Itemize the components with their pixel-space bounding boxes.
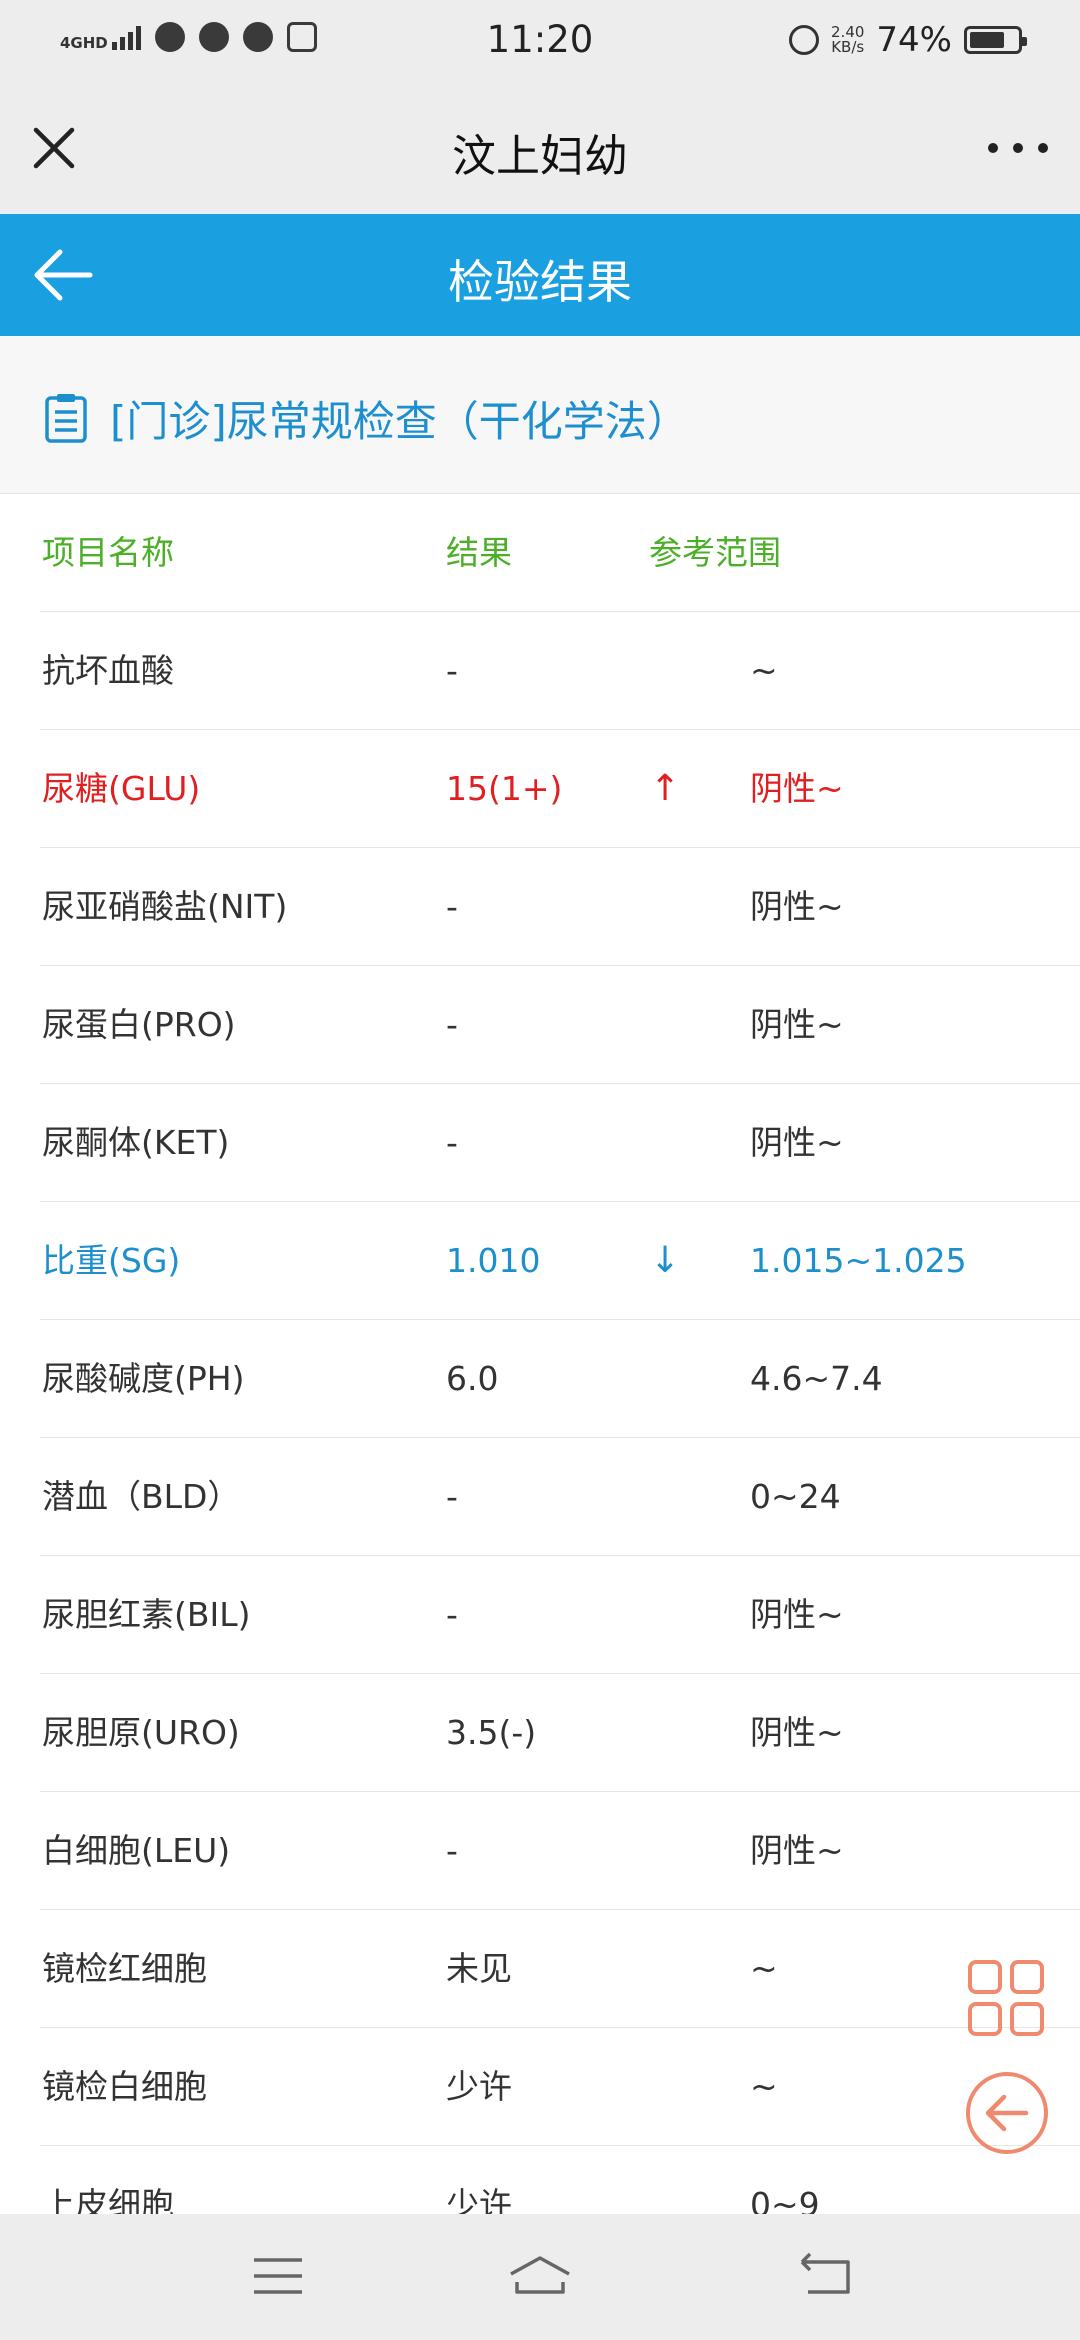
test-result: - xyxy=(446,1595,458,1634)
table-row: 尿亚硝酸盐(NIT) - 阴性~ xyxy=(40,848,1080,966)
reference-range: 0~24 xyxy=(750,1477,841,1516)
exam-section-header: [门诊]尿常规检查（干化学法） xyxy=(0,336,1080,494)
test-result: 未见 xyxy=(446,1949,512,1988)
column-header-name: 项目名称 xyxy=(42,533,174,572)
table-header: 项目名称 结果 参考范围 xyxy=(40,494,1080,612)
test-result: - xyxy=(446,1831,458,1870)
test-result: 1.010 xyxy=(446,1241,541,1280)
reference-range: ~ xyxy=(750,2067,778,2106)
result-flag-icon: ↓ xyxy=(650,1240,681,1281)
test-result: - xyxy=(446,1005,458,1044)
test-result: 少许 xyxy=(446,2067,512,2106)
reference-range: 阴性~ xyxy=(750,769,844,808)
test-name: 尿胆原(URO) xyxy=(42,1713,240,1752)
alarm-icon xyxy=(789,25,820,55)
reference-range: 阴性~ xyxy=(750,1595,844,1634)
floating-back-icon[interactable] xyxy=(966,2072,1048,2154)
table-row: 比重(SG) 1.010 ↓ 1.015~1.025 xyxy=(40,1202,1080,1320)
test-result: 6.0 xyxy=(446,1359,499,1398)
page-title: 汶上妇幼 xyxy=(452,131,628,182)
test-result: 15(1+) xyxy=(446,769,563,808)
test-name: 白细胞(LEU) xyxy=(42,1831,231,1870)
status-right: 2.40 KB/s 74% xyxy=(789,20,1027,60)
back-icon[interactable] xyxy=(790,2252,860,2302)
column-header-reference: 参考范围 xyxy=(649,533,781,572)
more-options-icon[interactable] xyxy=(988,128,1048,168)
battery-icon xyxy=(964,26,1027,54)
battery-percent: 74% xyxy=(876,20,952,60)
reference-range: 阴性~ xyxy=(750,887,844,926)
reference-range: 阴性~ xyxy=(750,1005,844,1044)
table-row: 镜检红细胞 未见 ~ xyxy=(40,1910,1080,2028)
reference-range: ~ xyxy=(750,651,778,690)
system-nav-bar xyxy=(0,2214,1080,2340)
reference-range: ~ xyxy=(750,1949,778,1988)
reference-range: 1.015~1.025 xyxy=(750,1241,967,1280)
test-name: 尿胆红素(BIL) xyxy=(42,1595,251,1634)
header-title: 检验结果 xyxy=(448,255,632,309)
network-speed: 2.40 KB/s xyxy=(831,25,864,55)
test-result: 3.5(-) xyxy=(446,1713,537,1752)
result-flag-icon: ↑ xyxy=(650,768,681,809)
table-row: 尿蛋白(PRO) - 阴性~ xyxy=(40,966,1080,1084)
network-speed-unit: KB/s xyxy=(831,38,865,56)
reference-range: 阴性~ xyxy=(750,1713,844,1752)
test-name: 尿亚硝酸盐(NIT) xyxy=(42,887,288,926)
reference-range: 阴性~ xyxy=(750,1831,844,1870)
title-bar: 汶上妇幼 xyxy=(0,84,1080,214)
table-row: 尿胆红素(BIL) - 阴性~ xyxy=(40,1556,1080,1674)
menu-icon[interactable] xyxy=(244,2252,314,2302)
column-header-result: 结果 xyxy=(446,533,512,572)
test-name: 比重(SG) xyxy=(42,1241,181,1280)
status-bar: 4GHD 11:20 2.40 KB/s 74% xyxy=(0,0,1080,84)
table-row: 白细胞(LEU) - 阴性~ xyxy=(40,1792,1080,1910)
table-row: 尿酮体(KET) - 阴性~ xyxy=(40,1084,1080,1202)
table-row: 尿糖(GLU) 15(1+) ↑ 阴性~ xyxy=(40,730,1080,848)
menu-grid-icon[interactable] xyxy=(968,1960,1044,2036)
battery-fill xyxy=(970,32,1005,48)
table-row: 尿胆原(URO) 3.5(-) 阴性~ xyxy=(40,1674,1080,1792)
reference-range: 阴性~ xyxy=(750,1123,844,1162)
reference-range: 4.6~7.4 xyxy=(750,1359,883,1398)
home-icon[interactable] xyxy=(505,2252,575,2302)
table-row: 抗坏血酸 - ~ xyxy=(40,612,1080,730)
clipboard-icon xyxy=(44,392,88,444)
test-name: 抗坏血酸 xyxy=(42,651,174,690)
test-name: 尿酮体(KET) xyxy=(42,1123,230,1162)
test-name: 尿蛋白(PRO) xyxy=(42,1005,236,1044)
test-result: - xyxy=(446,1123,458,1162)
test-result: - xyxy=(446,651,458,690)
results-header: 检验结果 xyxy=(0,214,1080,336)
test-name: 镜检白细胞 xyxy=(42,2067,207,2106)
exam-title: [门诊]尿常规检查（干化学法） xyxy=(110,397,689,446)
results-table: 项目名称 结果 参考范围 抗坏血酸 - ~ 尿糖(GLU) 15(1+) ↑ 阴性~ 尿亚硝酸… xyxy=(0,494,1080,2264)
test-name: 潜血（BLD） xyxy=(42,1477,241,1516)
table-row: 尿酸碱度(PH) 6.0 4.6~7.4 xyxy=(40,1320,1080,1438)
table-row: 镜检白细胞 少许 ~ xyxy=(40,2028,1080,2146)
test-result: - xyxy=(446,887,458,926)
table-row: 潜血（BLD） - 0~24 xyxy=(40,1438,1080,1556)
test-name: 尿糖(GLU) xyxy=(42,769,201,808)
test-result: - xyxy=(446,1477,458,1516)
test-name: 尿酸碱度(PH) xyxy=(42,1359,245,1398)
test-name: 镜检红细胞 xyxy=(42,1949,207,1988)
